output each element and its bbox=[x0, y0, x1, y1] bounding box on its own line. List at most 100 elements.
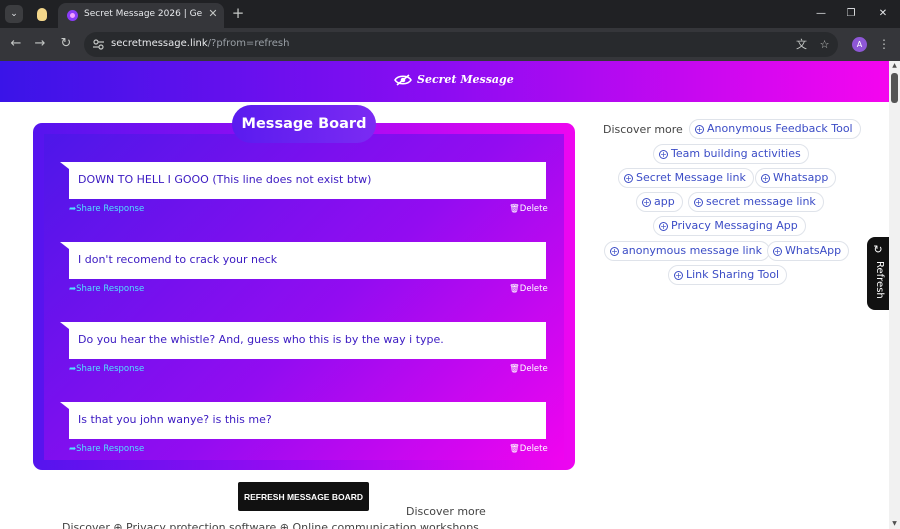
url-host: secretmessage.link bbox=[111, 38, 208, 49]
plus-circle-icon: + bbox=[659, 150, 668, 159]
discover-chip[interactable]: + app bbox=[636, 192, 683, 212]
delete-button[interactable]: 🗑Delete bbox=[509, 204, 548, 214]
message-text: I don't recomend to crack your neck bbox=[78, 253, 278, 266]
delete-label: Delete bbox=[519, 204, 548, 214]
share-response-label: Share Response bbox=[76, 364, 145, 374]
message-item: DOWN TO HELL I GOOO (This line does not … bbox=[60, 162, 546, 199]
forward-button[interactable]: → bbox=[32, 36, 48, 52]
discover-chip[interactable]: + Secret Message link bbox=[618, 168, 754, 188]
trash-icon: 🗑 bbox=[509, 204, 520, 214]
trash-icon: 🗑 bbox=[509, 284, 520, 294]
discover-chip-label: secret message link bbox=[706, 195, 816, 208]
discover-chip[interactable]: + WhatsApp bbox=[767, 241, 850, 261]
active-tab[interactable]: Secret Message 2026 | Get anonymous ✕ bbox=[58, 3, 224, 28]
discover-chip-label: Whatsapp bbox=[773, 171, 829, 184]
translate-icon[interactable]: 文 bbox=[794, 37, 809, 52]
site-logo[interactable]: Secret Message bbox=[394, 73, 514, 86]
discover-chip-label: Link Sharing Tool bbox=[686, 268, 780, 281]
window-close-button[interactable]: ✕ bbox=[874, 5, 892, 23]
message-item: Do you hear the whistle? And, guess who … bbox=[60, 322, 546, 359]
discover-chip-label: Anonymous Feedback Tool bbox=[707, 122, 853, 135]
site-favicon-icon bbox=[67, 10, 78, 21]
discover-bottom-row[interactable]: Discover ⊕ Privacy protection software ⊕… bbox=[62, 521, 479, 529]
discover-chip[interactable]: + Team building activities bbox=[653, 144, 809, 164]
back-button[interactable]: ← bbox=[8, 36, 24, 52]
share-response-link[interactable]: ➦Share Response bbox=[69, 364, 144, 374]
share-response-label: Share Response bbox=[76, 284, 145, 294]
discover-chip-label: Team building activities bbox=[671, 147, 801, 160]
refresh-side-button[interactable]: ↻ Refresh bbox=[867, 237, 889, 310]
delete-label: Delete bbox=[519, 284, 548, 294]
browser-menu-icon[interactable]: ⋮ bbox=[878, 36, 890, 53]
tab-title: Secret Message 2026 | Get anonymous bbox=[84, 9, 202, 19]
discover-chip-label: WhatsApp bbox=[785, 244, 842, 257]
message-text: Do you hear the whistle? And, guess who … bbox=[78, 333, 444, 346]
discover-chip-label: Privacy Messaging App bbox=[671, 219, 798, 232]
pinned-tab[interactable] bbox=[33, 5, 51, 23]
discover-chip-label: anonymous message link bbox=[622, 244, 762, 257]
logo-text: Secret Message bbox=[417, 73, 514, 86]
address-bar[interactable]: secretmessage.link/?pfrom=refresh 文 ☆ bbox=[84, 32, 838, 57]
browser-toolbar: ← → ↻ secretmessage.link/?pfrom=refresh … bbox=[0, 28, 900, 61]
discover-more-label: Discover more bbox=[603, 123, 683, 136]
share-response-link[interactable]: ➦Share Response bbox=[69, 204, 144, 214]
message-item: Is that you john wanye? is this me? bbox=[60, 402, 546, 439]
profile-avatar[interactable]: A bbox=[852, 37, 867, 52]
discover-chip[interactable]: + secret message link bbox=[688, 192, 824, 212]
reload-icon: ↻ bbox=[60, 36, 72, 51]
refresh-icon: ↻ bbox=[873, 243, 883, 256]
share-response-link[interactable]: ➦Share Response bbox=[69, 284, 144, 294]
plus-circle-icon: + bbox=[695, 125, 704, 134]
discover-chip[interactable]: + anonymous message link bbox=[604, 241, 770, 261]
plus-circle-icon: + bbox=[610, 247, 619, 256]
tab-search-button[interactable]: ⌄ bbox=[5, 5, 23, 23]
discover-chip-label: app bbox=[654, 195, 675, 208]
delete-label: Delete bbox=[519, 364, 548, 374]
url-path: /?pfrom=refresh bbox=[207, 38, 290, 49]
page-scrollbar[interactable]: ▲ ▼ bbox=[889, 61, 900, 529]
share-response-label: Share Response bbox=[76, 204, 145, 214]
bookmark-star-icon[interactable]: ☆ bbox=[817, 37, 832, 52]
minimize-button[interactable]: — bbox=[812, 5, 830, 23]
delete-button[interactable]: 🗑Delete bbox=[509, 284, 548, 294]
plus-circle-icon: + bbox=[773, 247, 782, 256]
url-text[interactable]: secretmessage.link/?pfrom=refresh bbox=[111, 38, 289, 49]
pinned-tab-favicon-icon bbox=[37, 7, 47, 21]
plus-circle-icon: + bbox=[674, 271, 683, 280]
plus-circle-icon: + bbox=[624, 174, 633, 183]
message-item: I don't recomend to crack your neck bbox=[60, 242, 546, 279]
delete-button[interactable]: 🗑Delete bbox=[509, 364, 548, 374]
message-board-title: Message Board bbox=[232, 105, 376, 143]
refresh-message-board-button[interactable]: REFRESH MESSAGE BOARD bbox=[238, 482, 369, 511]
delete-label: Delete bbox=[519, 444, 548, 454]
new-tab-button[interactable]: + bbox=[230, 5, 246, 21]
delete-button[interactable]: 🗑Delete bbox=[509, 444, 548, 454]
message-text: DOWN TO HELL I GOOO (This line does not … bbox=[78, 173, 372, 186]
scroll-thumb[interactable] bbox=[891, 73, 898, 103]
tab-close-button[interactable]: ✕ bbox=[206, 7, 220, 21]
site-header: Secret Message bbox=[0, 61, 889, 102]
reload-button[interactable]: ↻ bbox=[58, 36, 74, 52]
discover-chip-label: Secret Message link bbox=[636, 171, 746, 184]
plus-circle-icon: + bbox=[694, 198, 703, 207]
discover-chip[interactable]: + Link Sharing Tool bbox=[668, 265, 788, 285]
browser-tabstrip: ⌄ Secret Message 2026 | Get anonymous ✕ … bbox=[0, 0, 900, 28]
scroll-down-icon[interactable]: ▼ bbox=[891, 521, 898, 527]
chevron-down-icon: ⌄ bbox=[10, 9, 18, 19]
plus-circle-icon: + bbox=[642, 198, 651, 207]
plus-circle-icon: + bbox=[761, 174, 770, 183]
site-info-icon[interactable] bbox=[92, 38, 105, 51]
refresh-side-label: Refresh bbox=[874, 261, 885, 299]
trash-icon: 🗑 bbox=[509, 444, 520, 454]
share-response-label: Share Response bbox=[76, 444, 145, 454]
share-response-link[interactable]: ➦Share Response bbox=[69, 444, 144, 454]
scroll-up-icon[interactable]: ▲ bbox=[891, 63, 898, 69]
discover-chip[interactable]: + Privacy Messaging App bbox=[653, 216, 806, 236]
discover-chip[interactable]: + Whatsapp bbox=[755, 168, 837, 188]
plus-circle-icon: + bbox=[659, 222, 668, 231]
restore-button[interactable]: ❐ bbox=[842, 5, 860, 23]
discover-chip[interactable]: + Anonymous Feedback Tool bbox=[689, 119, 861, 139]
discover-more-bottom-label: Discover more bbox=[406, 505, 486, 518]
message-text: Is that you john wanye? is this me? bbox=[78, 413, 272, 426]
arrow-right-icon: → bbox=[34, 36, 46, 51]
